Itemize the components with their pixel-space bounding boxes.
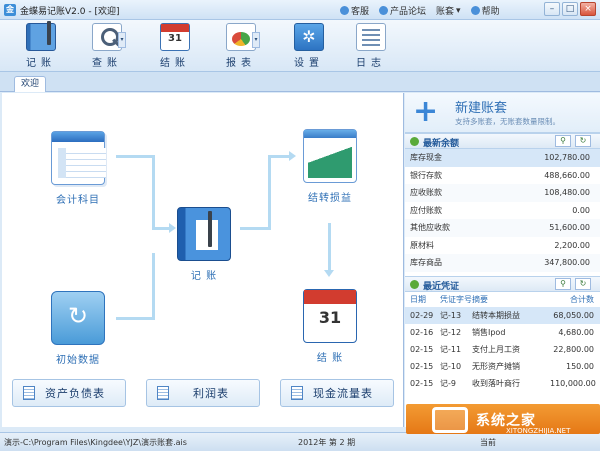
refresh-monitor-icon — [51, 291, 105, 345]
area-chart-icon — [303, 129, 357, 183]
balance-row[interactable]: 原材料 2,200.00 — [405, 237, 600, 255]
gear-icon: ✲ — [294, 23, 324, 51]
voucher-refresh-icon[interactable]: ↻ — [575, 277, 591, 290]
support-link[interactable]: 客服 — [340, 4, 369, 17]
calendar-icon: 31 — [160, 23, 190, 51]
flow-connector — [152, 155, 155, 229]
main-toolbar: 记账 ▾ 查账 31 结账 ▾ 报表 ✲ 设置 日志 — [0, 20, 600, 72]
help-icon — [470, 6, 480, 15]
report-doc-icon — [157, 386, 169, 400]
voucher-table-header: 日期 凭证字号 摘要 合计数 — [410, 294, 594, 304]
journal-book-icon — [26, 21, 56, 51]
voucher-section-icon — [410, 279, 419, 289]
flow-connector — [268, 155, 271, 230]
flow-arrow — [268, 151, 296, 161]
balance-section-header: 最新余额 ⚲ ↻ — [405, 133, 600, 149]
support-icon — [340, 6, 349, 15]
account-set-menu[interactable]: 账套 ▾ — [436, 4, 461, 18]
watermark-house-icon — [432, 407, 468, 433]
voucher-row[interactable]: 02-15 记-11 支付上月工资 22,800.00 — [405, 341, 600, 358]
balance-section-icon — [410, 137, 419, 146]
flow-connector — [152, 253, 155, 320]
new-account-set-button[interactable]: + 新建账套 支持多账套，无账套数量限制。 — [405, 93, 600, 133]
balance-row[interactable]: 库存商品 347,800.00 — [405, 254, 600, 272]
voucher-list: 02-29 记-13 结转本期损益 68,050.00 02-16 记-12 销售Ipod… — [405, 306, 600, 392]
tab-bar: 欢迎 — [0, 72, 600, 92]
journal-book-icon — [177, 207, 231, 261]
flow-connector — [116, 317, 154, 320]
report-doc-icon — [23, 386, 35, 400]
voucher-row[interactable]: 02-29 记-13 结转本期损益 68,050.00 — [405, 306, 600, 324]
balance-search-icon[interactable]: ⚲ — [555, 135, 571, 147]
balance-sheet-button[interactable]: 资产负债表 — [12, 379, 126, 407]
bookkeeping-node[interactable]: 记 账 — [174, 207, 234, 282]
toolbar-bookkeeping-button[interactable]: 记账 — [16, 21, 66, 69]
watermark-logo: 系统之家 XITONGZHIJIA.NET — [406, 404, 600, 435]
status-current: 当前 — [480, 438, 496, 447]
forum-icon — [379, 6, 389, 15]
spreadsheet-icon — [51, 131, 106, 185]
query-dropdown[interactable]: ▾ — [118, 32, 126, 48]
flow-arrow — [324, 223, 334, 277]
tab-welcome[interactable]: 欢迎 — [14, 76, 46, 92]
flow-arrow — [152, 223, 176, 233]
balance-row[interactable]: 其他应收款 51,600.00 — [405, 219, 600, 237]
balance-row[interactable]: 银行存款 488,660.00 — [405, 167, 600, 185]
title-bar: 金 金蝶易记账V2.0 - [欢迎] 客服 产品论坛 账套 ▾ 帮助 – □ × — [0, 0, 600, 20]
voucher-row[interactable]: 02-15 记-9 收到落叶商行 110,000.00 — [405, 375, 600, 392]
status-period: 2012年 第 2 期 — [298, 438, 356, 447]
accounts-node[interactable]: 会计科目 — [50, 131, 106, 206]
balance-refresh-icon[interactable]: ↻ — [575, 135, 591, 147]
balance-row[interactable]: 应收账款 108,480.00 — [405, 184, 600, 202]
balance-row[interactable]: 应付账款 0.00 — [405, 202, 600, 220]
status-file-path: 演示-C:\Program Files\Kingdee\YJZ\演示账套.ais — [4, 438, 187, 447]
income-statement-button[interactable]: 利润表 — [146, 379, 260, 407]
minimize-button[interactable]: – — [544, 2, 560, 16]
calendar-icon: 31 — [303, 289, 357, 343]
cash-flow-button[interactable]: 现金流量表 — [280, 379, 394, 407]
help-link[interactable]: 帮助 — [470, 4, 500, 17]
app-logo-icon: 金 — [4, 4, 16, 16]
voucher-row[interactable]: 02-16 记-12 销售Ipod 4,680.00 — [405, 324, 600, 341]
voucher-row[interactable]: 02-15 记-10 无形资产摊销 150.00 — [405, 358, 600, 375]
window-controls: – □ × — [544, 2, 596, 16]
title-links: 客服 产品论坛 账套 ▾ 帮助 — [340, 4, 500, 17]
welcome-flow-panel: 会计科目 记 账 结转损益 初始数据 31 结 账 资产负债表 利润表 现金流量… — [2, 93, 404, 427]
closing-node[interactable]: 31 结 账 — [300, 289, 360, 364]
report-doc-icon — [291, 386, 303, 400]
maximize-button[interactable]: □ — [562, 2, 578, 16]
plus-icon: + — [413, 94, 439, 129]
right-panel: + 新建账套 支持多账套，无账套数量限制。 最新余额 ⚲ ↻ 库存现金 102,7… — [405, 93, 600, 427]
forum-link[interactable]: 产品论坛 — [379, 4, 426, 17]
flow-connector — [116, 155, 154, 158]
flow-connector — [240, 227, 270, 230]
voucher-section-header: 最近凭证 ⚲ ↻ — [405, 275, 600, 292]
initial-data-node[interactable]: 初始数据 — [50, 291, 106, 366]
transfer-profit-loss-node[interactable]: 结转损益 — [300, 129, 360, 204]
toolbar-report-button[interactable]: ▾ 报表 — [216, 23, 266, 69]
toolbar-settings-button[interactable]: ✲ 设置 — [284, 23, 334, 69]
window-title: 金蝶易记账V2.0 - [欢迎] — [20, 7, 120, 17]
voucher-search-icon[interactable]: ⚲ — [555, 277, 571, 290]
toolbar-query-button[interactable]: ▾ 查账 — [82, 23, 132, 69]
report-dropdown[interactable]: ▾ — [252, 32, 260, 48]
balance-row[interactable]: 库存现金 102,780.00 — [405, 149, 600, 167]
balance-list: 库存现金 102,780.00 银行存款 488,660.00 应收账款 108,48… — [405, 149, 600, 272]
close-button[interactable]: × — [580, 2, 596, 16]
log-list-icon — [356, 23, 386, 51]
toolbar-log-button[interactable]: 日志 — [346, 23, 396, 69]
toolbar-closing-button[interactable]: 31 结账 — [150, 23, 200, 69]
